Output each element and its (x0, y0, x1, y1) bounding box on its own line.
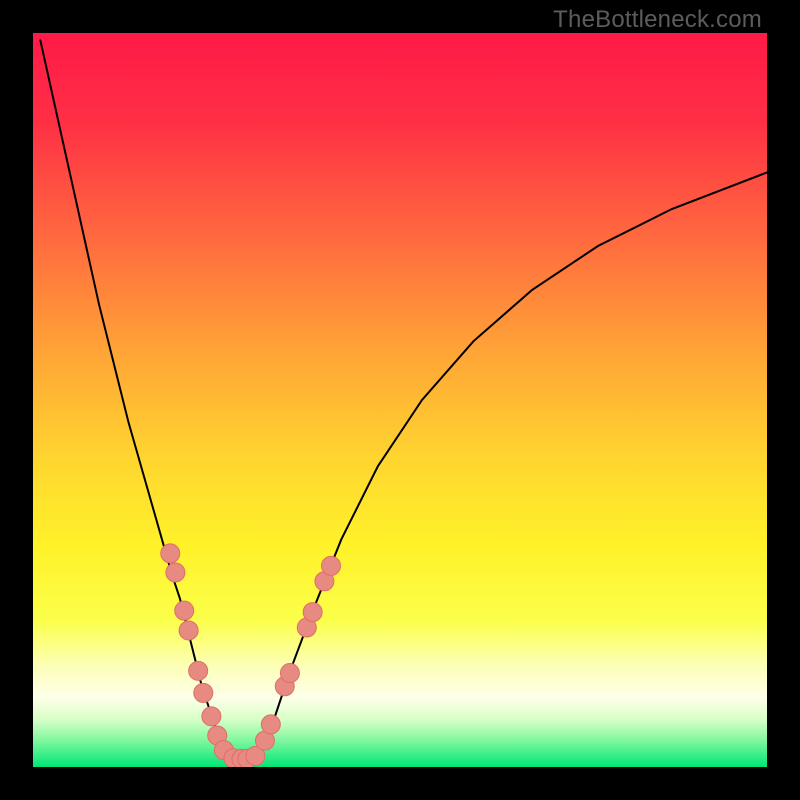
curve-right-branch (261, 172, 767, 752)
marker-point (194, 683, 213, 702)
marker-point (322, 556, 341, 575)
curve-left-branch (40, 40, 224, 752)
marker-point (175, 601, 194, 620)
watermark-text: TheBottleneck.com (553, 6, 762, 34)
marker-point (202, 707, 221, 726)
curve-layer (33, 33, 767, 767)
marker-point (179, 621, 198, 640)
plot-area (33, 33, 767, 767)
chart-frame: TheBottleneck.com (0, 0, 800, 800)
marker-point (189, 661, 208, 680)
marker-point (166, 563, 185, 582)
marker-point (280, 664, 299, 683)
marker-group (161, 544, 341, 767)
marker-point (161, 544, 180, 563)
marker-point (303, 603, 322, 622)
marker-point (261, 715, 280, 734)
